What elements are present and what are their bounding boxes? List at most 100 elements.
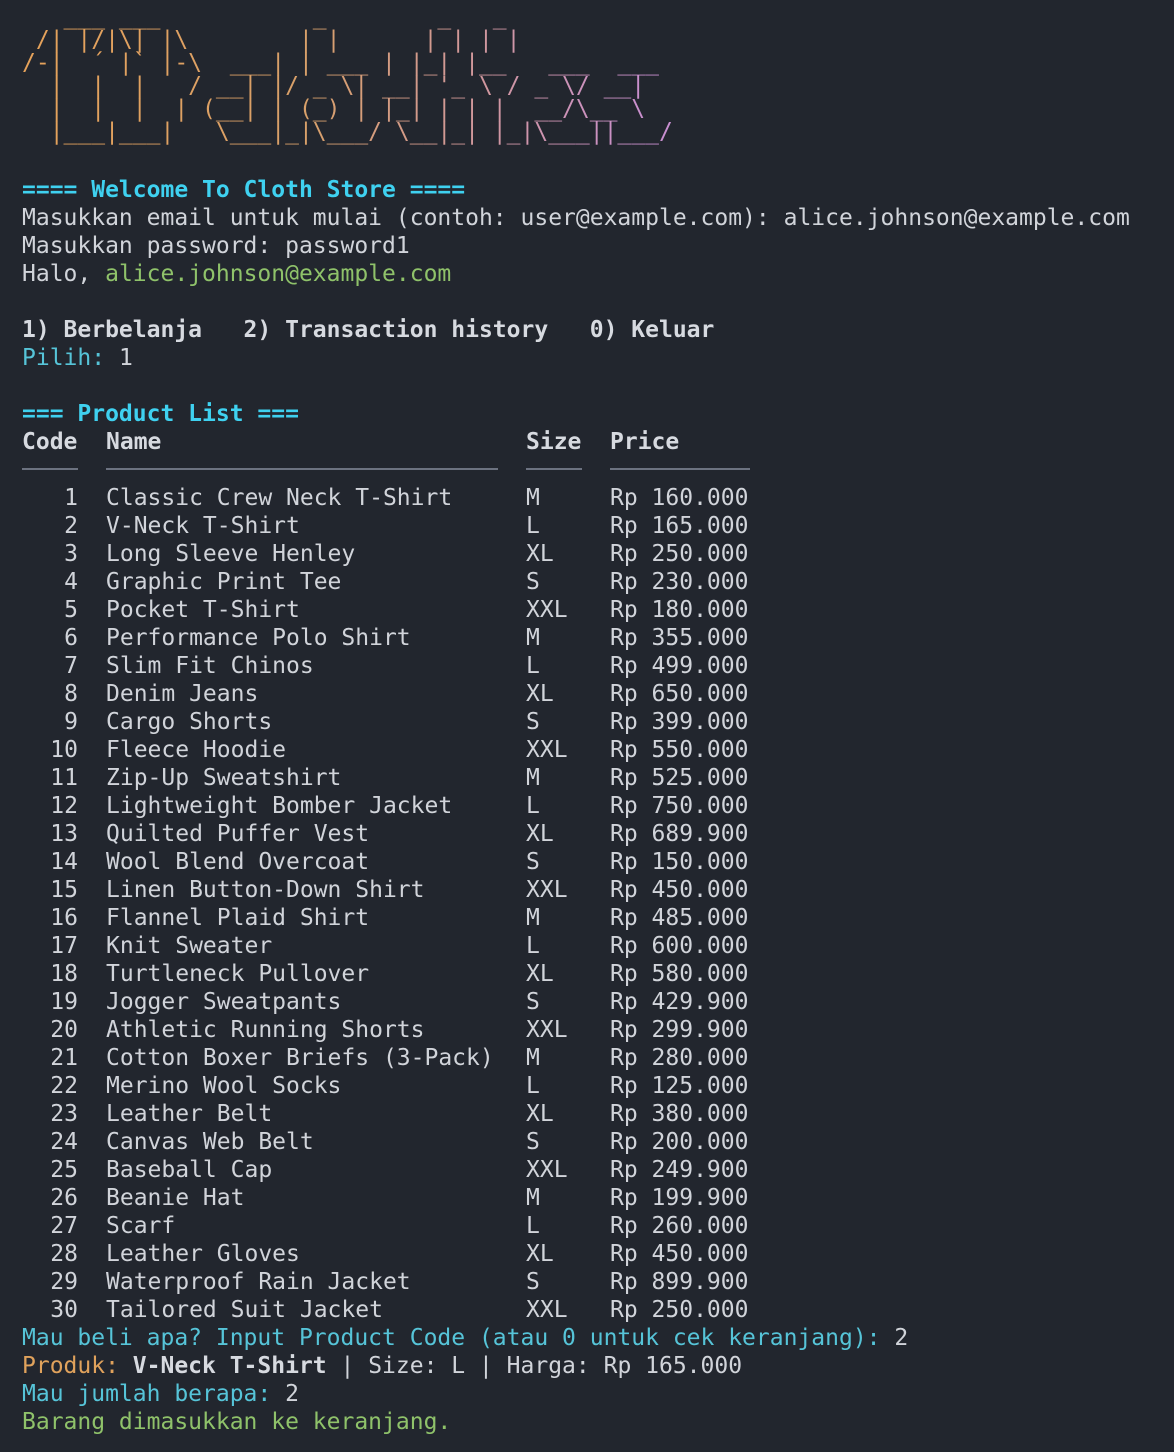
product-code: 23 [50, 1101, 78, 1127]
product-code: 12 [50, 793, 78, 819]
buy-prompt: Mau beli apa? Input Product Code (atau 0… [22, 1325, 895, 1351]
table-row: 26 Beanie Hat M Rp 199.900 [22, 1184, 1162, 1212]
table-row: 20 Athletic Running Shorts XXL Rp 299.900 [22, 1016, 1162, 1044]
password-prompt: Masukkan password: [22, 233, 286, 259]
product-price: Rp 125.000 [610, 1073, 749, 1099]
product-name: Leather Belt [106, 1101, 273, 1127]
product-code: 1 [64, 485, 78, 511]
product-code: 13 [50, 821, 78, 847]
product-size: L [526, 1213, 540, 1239]
product-price: Rp 689.900 [610, 821, 749, 847]
product-name: Canvas Web Belt [106, 1129, 314, 1155]
product-name: V-Neck T-Shirt [106, 513, 300, 539]
quantity-prompt: Mau jumlah berapa: [22, 1381, 286, 1407]
header-code: Code [22, 429, 78, 455]
product-size: XXL [526, 737, 568, 763]
product-name: Performance Polo Shirt [106, 625, 411, 651]
table-row: 28 Leather Gloves XL Rp 450.000 [22, 1240, 1162, 1268]
product-code: 29 [50, 1269, 78, 1295]
table-row: 19 Jogger Sweatpants S Rp 429.900 [22, 988, 1162, 1016]
header-size: Size [526, 429, 582, 455]
table-row: 16 Flannel Plaid Shirt M Rp 485.000 [22, 904, 1162, 932]
product-size: XL [526, 681, 554, 707]
product-table-body: 1 Classic Crew Neck T-Shirt M Rp 160.000 2 V-… [22, 484, 1162, 1324]
greeting-user-email: alice.johnson@example.com [105, 261, 452, 287]
product-size: S [526, 1129, 540, 1155]
product-name: Athletic Running Shorts [106, 1017, 425, 1043]
product-name: Tailored Suit Jacket [106, 1297, 383, 1323]
product-code: 11 [50, 765, 78, 791]
product-code: 8 [64, 681, 78, 707]
product-code: 26 [50, 1185, 78, 1211]
product-name: Denim Jeans [106, 681, 259, 707]
product-price: Rp 600.000 [610, 933, 749, 959]
table-row: 5 Pocket T-Shirt XXL Rp 180.000 [22, 596, 1162, 624]
table-row: 2 V-Neck T-Shirt L Rp 165.000 [22, 512, 1162, 540]
selected-product-name: V-Neck T-Shirt [132, 1353, 327, 1379]
product-code: 16 [50, 905, 78, 931]
product-size: XXL [526, 1017, 568, 1043]
product-code: 3 [64, 541, 78, 567]
product-price: Rp 250.000 [610, 541, 749, 567]
greeting-line: Halo, alice.johnson@example.com [22, 260, 1162, 288]
product-name: Graphic Print Tee [106, 569, 342, 595]
product-price: Rp 160.000 [610, 485, 749, 511]
product-price: Rp 249.900 [610, 1157, 749, 1183]
table-row: 17 Knit Sweater L Rp 600.000 [22, 932, 1162, 960]
table-row: 9 Cargo Shorts S Rp 399.000 [22, 708, 1162, 736]
table-row: 29 Waterproof Rain Jacket S Rp 899.900 [22, 1268, 1162, 1296]
product-size: XL [526, 821, 554, 847]
product-name: Linen Button-Down Shirt [106, 877, 425, 903]
product-code: 21 [50, 1045, 78, 1071]
product-name: Zip-Up Sweatshirt [106, 765, 342, 791]
table-row: 30 Tailored Suit Jacket XXL Rp 250.000 [22, 1296, 1162, 1324]
product-name: Fleece Hoodie [106, 737, 287, 763]
selected-product-details: | Size: L | Harga: Rp 165.000 [326, 1353, 743, 1379]
product-name: Beanie Hat [106, 1185, 245, 1211]
password-line: Masukkan password: password1 [22, 232, 1162, 260]
product-price: Rp 550.000 [610, 737, 749, 763]
product-size: L [526, 513, 540, 539]
product-code: 25 [50, 1157, 78, 1183]
product-name: Cotton Boxer Briefs (3-Pack) [106, 1045, 494, 1071]
table-row: 3 Long Sleeve Henley XL Rp 250.000 [22, 540, 1162, 568]
email-input[interactable]: alice.johnson@example.com [784, 205, 1130, 231]
greeting-prefix: Halo, [22, 261, 106, 287]
product-name: Scarf [106, 1213, 176, 1239]
product-price: Rp 380.000 [610, 1101, 749, 1127]
buy-input[interactable]: 2 [894, 1325, 908, 1351]
product-code: 18 [50, 961, 78, 987]
product-code: 17 [50, 933, 78, 959]
product-price: Rp 499.000 [610, 653, 749, 679]
quantity-line: Mau jumlah berapa: 2 [22, 1380, 1162, 1408]
product-code: 7 [64, 653, 78, 679]
product-code: 4 [64, 569, 78, 595]
main-menu: 1) Berbelanja 2) Transaction history 0) … [22, 317, 715, 343]
product-price: Rp 165.000 [610, 513, 749, 539]
product-size: M [526, 625, 540, 651]
product-name: Cargo Shorts [106, 709, 273, 735]
cloth-store-ascii-logo: ___ ___ _ _ _ /| |/|\| |\ | | | | | | /-… [22, 6, 1162, 176]
product-price: Rp 280.000 [610, 1045, 749, 1071]
product-name: Turtleneck Pullover [106, 961, 370, 987]
choice-input[interactable]: 1 [119, 345, 133, 371]
product-size: XXL [526, 1157, 568, 1183]
product-price: Rp 260.000 [610, 1213, 749, 1239]
product-price: Rp 199.900 [610, 1185, 749, 1211]
product-label: Produk: [22, 1353, 133, 1379]
table-row: 23 Leather Belt XL Rp 380.000 [22, 1100, 1162, 1128]
quantity-input[interactable]: 2 [285, 1381, 299, 1407]
table-row: 14 Wool Blend Overcoat S Rp 150.000 [22, 848, 1162, 876]
product-code: 27 [50, 1213, 78, 1239]
product-size: L [526, 1073, 540, 1099]
table-row: 27 Scarf L Rp 260.000 [22, 1212, 1162, 1240]
password-input[interactable]: password1 [285, 233, 410, 259]
table-row: 1 Classic Crew Neck T-Shirt M Rp 160.000 [22, 484, 1162, 512]
header-name: Name [106, 429, 162, 455]
product-price: Rp 750.000 [610, 793, 749, 819]
table-row: 18 Turtleneck Pullover XL Rp 580.000 [22, 960, 1162, 988]
product-name: Wool Blend Overcoat [106, 849, 370, 875]
table-header: Code Name Size Price [22, 428, 1162, 456]
